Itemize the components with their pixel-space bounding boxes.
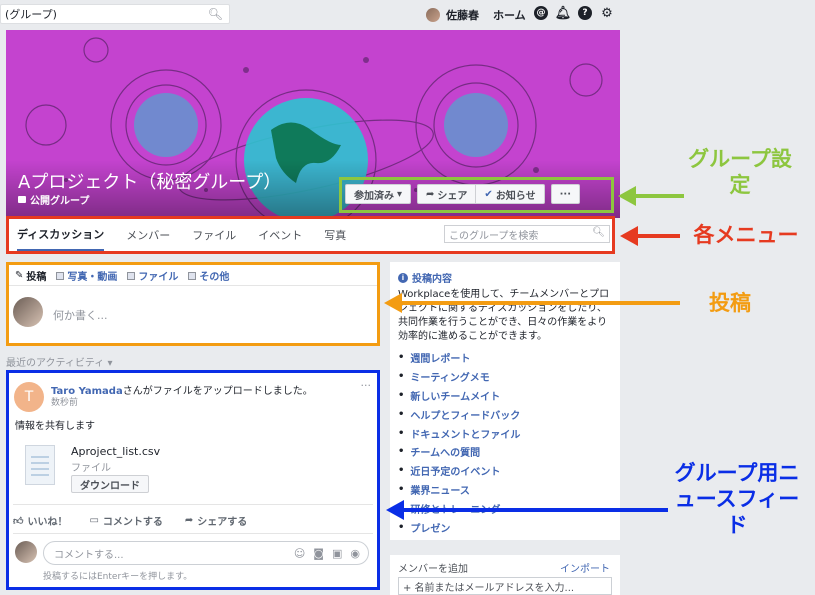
- annotation-label-group-settings: グループ設定: [688, 147, 792, 197]
- global-search-value: (グループ): [5, 8, 57, 21]
- about-link[interactable]: ミーティングメモ: [398, 367, 520, 386]
- annotation-box-group-settings: [339, 177, 614, 213]
- arrow-green: [618, 186, 684, 206]
- about-link[interactable]: 近日予定のイベント: [398, 461, 520, 480]
- group-title: Aプロジェクト（秘密グループ）: [18, 172, 282, 193]
- add-members-title: メンバーを追加: [398, 564, 468, 575]
- lock-icon: [18, 196, 26, 203]
- info-icon: i: [398, 272, 408, 283]
- annotation-label-posting: 投稿: [709, 291, 751, 315]
- add-member-input[interactable]: + 名前またはメールアドレスを入力...: [398, 577, 612, 595]
- global-search-input[interactable]: (グループ) 🔍︎: [0, 4, 230, 24]
- user-name-link[interactable]: 佐藤春: [446, 7, 479, 23]
- home-link[interactable]: ホーム: [493, 7, 526, 23]
- top-icons: @ 🔔︎ ? ⚙︎: [534, 6, 614, 21]
- about-panel: i 投稿内容 Workplaceを使用して、チームメンバーとプロジェクトに関する…: [390, 262, 620, 540]
- about-link[interactable]: 週間レポート: [398, 348, 520, 367]
- annotation-box-posting: [6, 262, 380, 346]
- user-nav: 佐藤春 ホーム: [426, 6, 526, 24]
- about-link[interactable]: ドキュメントとファイル: [398, 424, 520, 443]
- about-link[interactable]: 業界ニュース: [398, 480, 520, 499]
- import-link[interactable]: インポート: [560, 560, 610, 575]
- recent-activity-dropdown[interactable]: 最近のアクティビティ ▾: [6, 354, 113, 369]
- arrow-red: [620, 226, 680, 246]
- avatar[interactable]: [426, 8, 440, 22]
- about-title: i 投稿内容: [398, 270, 452, 285]
- search-icon[interactable]: 🔍︎: [208, 7, 223, 21]
- about-link[interactable]: ヘルプとフィードバック: [398, 405, 520, 424]
- about-link[interactable]: 新しいチームメイト: [398, 386, 520, 405]
- about-link[interactable]: チームへの質問: [398, 442, 520, 461]
- about-link[interactable]: 研修とトレーニング: [398, 499, 520, 518]
- annotation-box-menus: [6, 216, 615, 254]
- group-type-label: 公開グループ: [30, 196, 90, 207]
- add-members-panel: メンバーを追加 インポート + 名前またはメールアドレスを入力...: [390, 555, 620, 595]
- about-title-label: 投稿内容: [412, 274, 452, 285]
- gear-icon[interactable]: ⚙︎: [600, 6, 614, 21]
- bell-icon[interactable]: 🔔︎: [555, 6, 572, 21]
- help-icon[interactable]: ?: [578, 6, 592, 20]
- annotation-label-menus: 各メニュー: [693, 223, 799, 247]
- about-link[interactable]: プレゼン: [398, 518, 520, 537]
- about-description: Workplaceを使用して、チームメンバーとプロジェクトに関するディスカッショ…: [398, 289, 610, 342]
- about-links: 週間レポート ミーティングメモ 新しいチームメイト ヘルプとフィードバック ドキ…: [398, 348, 520, 537]
- chat-icon[interactable]: @: [534, 6, 548, 20]
- annotation-label-newsfeed: グループ用ニュースフィード: [674, 461, 800, 537]
- annotation-box-newsfeed: [6, 370, 380, 590]
- group-privacy: 公開グループ: [18, 192, 89, 207]
